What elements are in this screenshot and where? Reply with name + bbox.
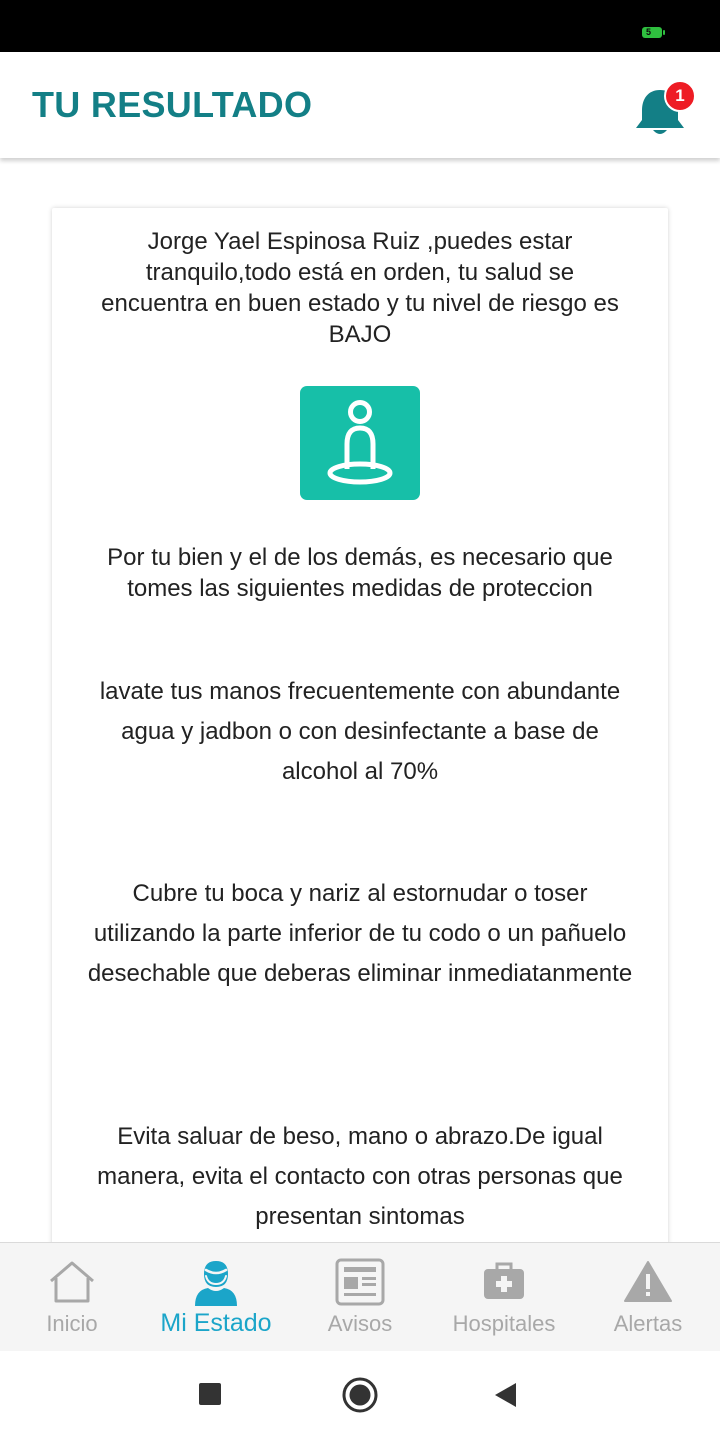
battery-icon: 5	[642, 27, 665, 38]
result-message: Jorge Yael Espinosa Ruiz ,puedes estar t…	[101, 228, 619, 348]
back-triangle-icon	[495, 1383, 516, 1407]
notification-badge: 1	[664, 80, 696, 112]
nav-item-inicio[interactable]: Inicio	[0, 1243, 144, 1351]
protection-measure: lavate tus manos frecuentemente con abun…	[99, 678, 621, 785]
nav-item-hospitales[interactable]: Hospitales	[432, 1243, 576, 1351]
nav-item-alertas[interactable]: Alertas	[576, 1243, 720, 1351]
notifications-button[interactable]: 1	[632, 80, 696, 142]
nav-label: Mi Estado	[160, 1309, 272, 1337]
home-button[interactable]	[338, 1374, 382, 1418]
bottom-nav: Inicio Mi Estado Avisos Hospitales Alert…	[0, 1242, 720, 1351]
protection-measure: Evita saluar de beso, mano o abrazo.De i…	[97, 1123, 623, 1230]
app-header: TU RESULTADO 1	[0, 52, 720, 158]
back-button[interactable]	[486, 1374, 526, 1414]
first-aid-kit-icon	[484, 1262, 524, 1299]
low-risk-person-icon	[300, 386, 420, 500]
page-title: TU RESULTADO	[32, 84, 313, 125]
person-icon	[195, 1261, 237, 1306]
content-area[interactable]: Jorge Yael Espinosa Ruiz ,puedes estar t…	[0, 158, 720, 1242]
circle-icon	[342, 1377, 378, 1413]
home-icon	[50, 1261, 94, 1303]
newspaper-icon	[335, 1258, 385, 1306]
advice-intro: Por tu bien y el de los demás, es necesa…	[107, 544, 613, 602]
nav-item-avisos[interactable]: Avisos	[288, 1243, 432, 1351]
square-icon	[199, 1383, 221, 1405]
recents-button[interactable]	[190, 1374, 230, 1414]
nav-label: Avisos	[327, 1311, 393, 1336]
nav-label: Alertas	[613, 1311, 683, 1336]
nav-label: Inicio	[46, 1311, 98, 1336]
warning-icon	[624, 1261, 672, 1302]
battery-level: 5	[646, 27, 652, 37]
result-card: Jorge Yael Espinosa Ruiz ,puedes estar t…	[52, 208, 668, 1242]
protection-measure: Cubre tu boca y nariz al estornudar o to…	[87, 880, 633, 987]
nav-item-mi-estado[interactable]: Mi Estado	[144, 1243, 288, 1351]
nav-label: Hospitales	[452, 1311, 556, 1336]
system-nav-bar	[0, 1350, 720, 1440]
status-bar: 5	[0, 0, 720, 52]
